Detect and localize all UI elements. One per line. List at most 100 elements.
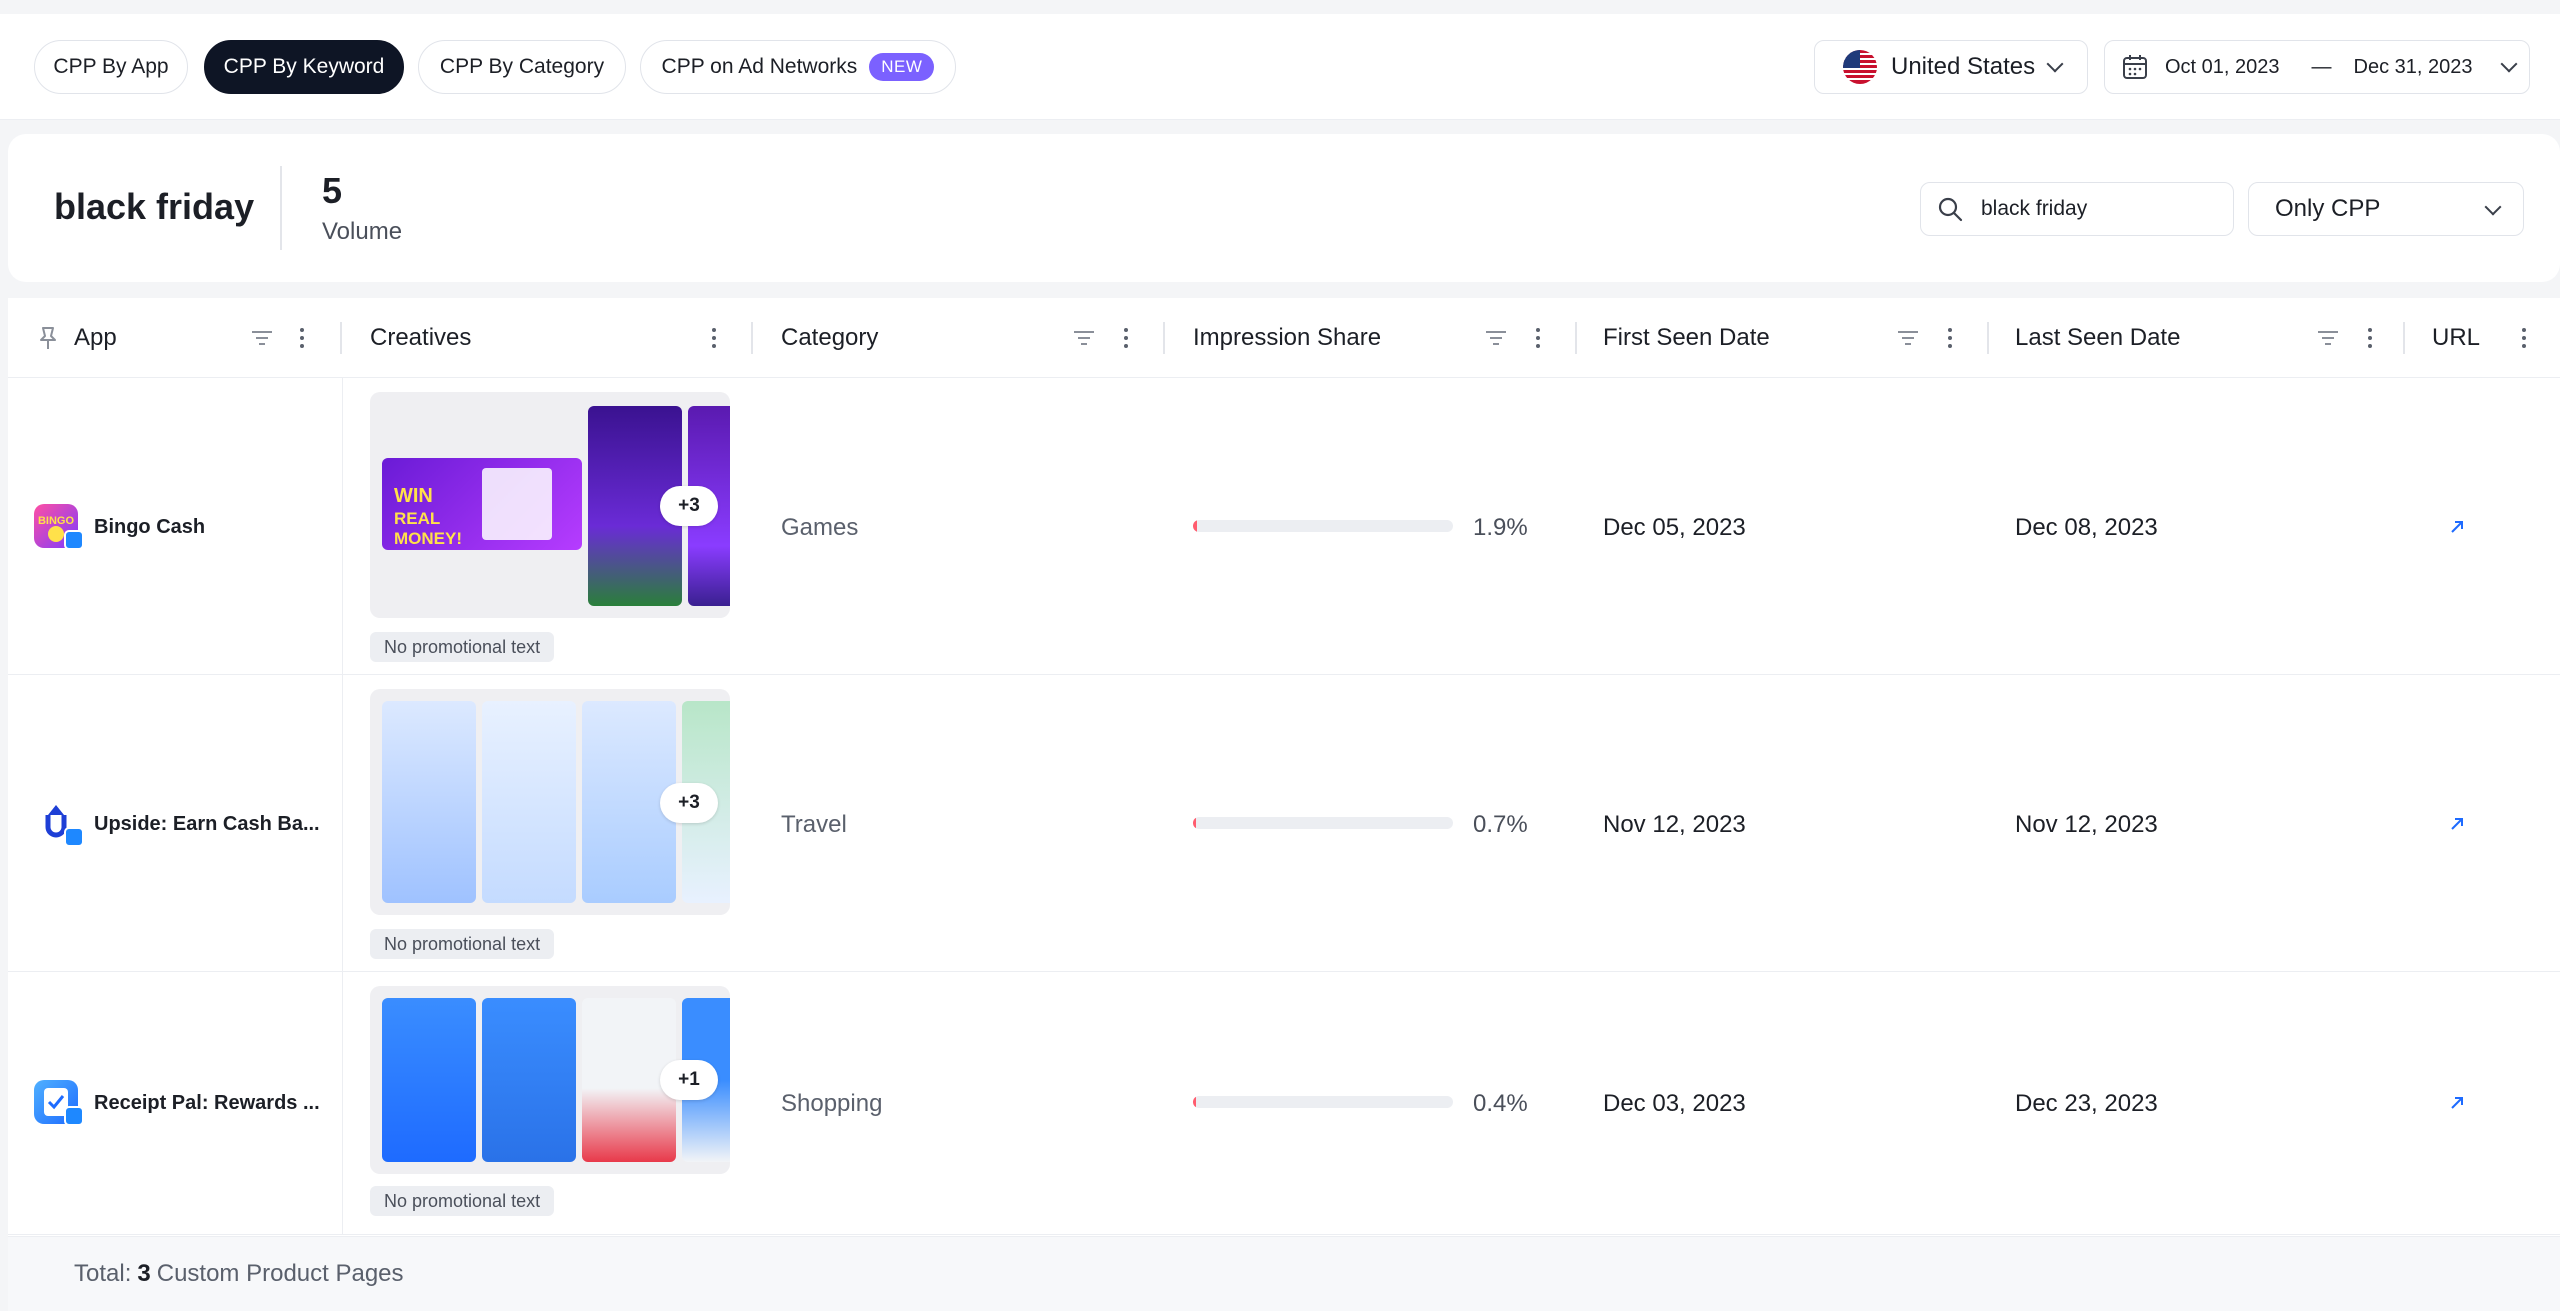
filter-icon[interactable] (1070, 324, 1098, 352)
more-vertical-icon[interactable] (700, 324, 728, 352)
impression-share-value: 1.9% (1473, 514, 1528, 541)
calendar-icon (2123, 55, 2147, 79)
first-seen-date: Dec 03, 2023 (1603, 1090, 1746, 1117)
search-icon (1938, 197, 1963, 222)
first-seen-date: Nov 12, 2023 (1603, 811, 1746, 838)
table-row: Receipt Pal: Rewards ... +1 No promotion… (8, 972, 2560, 1235)
column-separator[interactable] (1163, 322, 1165, 354)
external-link-icon[interactable] (2448, 518, 2466, 536)
first-seen-date: Dec 05, 2023 (1603, 514, 1746, 541)
impression-share-fill (1193, 1096, 1197, 1108)
column-separator[interactable] (1987, 322, 1989, 354)
country-select[interactable]: United States (1814, 40, 2088, 94)
creatives-gallery[interactable]: WIN REAL MONEY! +3 (370, 392, 730, 618)
column-header-url[interactable]: URL (2432, 298, 2480, 378)
divider (280, 166, 282, 250)
impression-share-value: 0.4% (1473, 1090, 1528, 1117)
column-header-app[interactable]: App (74, 298, 117, 378)
footer-prefix: Total: (74, 1260, 132, 1287)
promo-text-badge: No promotional text (370, 929, 555, 959)
table-row: Upside: Earn Cash Ba... +3 No promotiona… (8, 675, 2560, 972)
last-seen-date: Dec 23, 2023 (2015, 1090, 2158, 1117)
column-header-category[interactable]: Category (781, 298, 878, 378)
external-link-icon[interactable] (2448, 815, 2466, 833)
chevron-down-icon (2046, 55, 2064, 73)
filter-icon[interactable] (248, 324, 276, 352)
creative-thumbnail[interactable] (482, 701, 576, 903)
app-store-icon (64, 827, 84, 847)
top-bar: CPP By App CPP By Keyword CPP By Categor… (0, 14, 2560, 120)
creatives-gallery[interactable]: +1 (370, 986, 730, 1174)
pin-icon[interactable] (34, 324, 62, 352)
impression-share-fill (1193, 520, 1197, 532)
us-flag-icon (1843, 50, 1877, 84)
date-separator: — (2311, 55, 2332, 78)
app-name[interactable]: Bingo Cash (94, 516, 205, 539)
column-separator[interactable] (751, 322, 753, 354)
category-value: Shopping (781, 1090, 883, 1117)
creative-thumbnail[interactable]: WIN REAL MONEY! (382, 458, 582, 550)
search-input[interactable]: black friday (1920, 182, 2234, 236)
more-creatives-badge[interactable]: +3 (660, 486, 718, 526)
creative-thumbnail[interactable] (382, 701, 476, 903)
cpp-filter-select[interactable]: Only CPP (2248, 182, 2524, 236)
tab-cpp-by-app[interactable]: CPP By App (34, 40, 188, 94)
impression-share-bar (1193, 1096, 1453, 1108)
column-separator[interactable] (1575, 322, 1577, 354)
cpp-table: App Creatives Category Impression Share … (8, 298, 2560, 1311)
tab-cpp-by-keyword[interactable]: CPP By Keyword (204, 40, 404, 94)
category-value: Travel (781, 811, 847, 838)
keyword-summary-card: black friday 5 Volume black friday Only … (8, 134, 2560, 282)
svg-text:WIN: WIN (394, 485, 433, 507)
creative-thumbnail[interactable] (382, 998, 476, 1162)
tab-cpp-by-category[interactable]: CPP By Category (418, 40, 626, 94)
filter-icon[interactable] (1482, 324, 1510, 352)
column-separator[interactable] (340, 322, 342, 354)
date-range-picker[interactable]: Oct 01, 2023 — Dec 31, 2023 (2104, 40, 2530, 94)
table-footer: Total: 3 Custom Product Pages (8, 1236, 2560, 1311)
more-vertical-icon[interactable] (288, 324, 316, 352)
last-seen-date: Dec 08, 2023 (2015, 514, 2158, 541)
last-seen-date: Nov 12, 2023 (2015, 811, 2158, 838)
column-header-creatives[interactable]: Creatives (370, 298, 471, 378)
app-store-icon (64, 530, 84, 550)
tab-cpp-on-ad-networks[interactable]: CPP on Ad Networks NEW (640, 40, 956, 94)
impression-share-bar (1193, 817, 1453, 829)
search-value: black friday (1981, 197, 2088, 220)
column-header-first-seen[interactable]: First Seen Date (1603, 298, 1770, 378)
more-vertical-icon[interactable] (2356, 324, 2384, 352)
new-badge: NEW (869, 53, 935, 81)
external-link-icon[interactable] (2448, 1094, 2466, 1112)
more-creatives-badge[interactable]: +3 (660, 783, 718, 823)
app-name[interactable]: Upside: Earn Cash Ba... (94, 813, 320, 836)
column-header-impression-share[interactable]: Impression Share (1193, 298, 1381, 378)
date-start: Oct 01, 2023 (2165, 55, 2280, 78)
date-end: Dec 31, 2023 (2353, 55, 2473, 78)
chevron-down-icon (2484, 198, 2502, 216)
more-vertical-icon[interactable] (1936, 324, 1964, 352)
volume-value: 5 (322, 170, 343, 211)
impression-share-bar (1193, 520, 1453, 532)
creatives-gallery[interactable]: +3 (370, 689, 730, 915)
svg-text:BINGO: BINGO (38, 515, 75, 527)
creative-thumbnail[interactable] (482, 998, 576, 1162)
app-name[interactable]: Receipt Pal: Rewards ... (94, 1092, 320, 1115)
footer-suffix: Custom Product Pages (156, 1260, 404, 1287)
svg-text:REAL: REAL (394, 509, 440, 528)
more-creatives-badge[interactable]: +1 (660, 1060, 718, 1100)
impression-share-fill (1193, 817, 1197, 829)
more-vertical-icon[interactable] (1524, 324, 1552, 352)
column-header-last-seen[interactable]: Last Seen Date (2015, 298, 2180, 378)
filter-selected: Only CPP (2275, 195, 2381, 222)
keyword-title: black friday (54, 186, 255, 227)
volume-label: Volume (322, 218, 403, 245)
table-row: BINGO Bingo Cash WIN REAL MONEY! +3 No pro… (8, 378, 2560, 675)
more-vertical-icon[interactable] (2510, 324, 2538, 352)
filter-icon[interactable] (1894, 324, 1922, 352)
more-vertical-icon[interactable] (1112, 324, 1140, 352)
filter-icon[interactable] (2314, 324, 2342, 352)
category-value: Games (781, 514, 859, 541)
promo-text-badge: No promotional text (370, 632, 555, 662)
column-separator[interactable] (2403, 322, 2405, 354)
table-header: App Creatives Category Impression Share … (8, 298, 2560, 378)
